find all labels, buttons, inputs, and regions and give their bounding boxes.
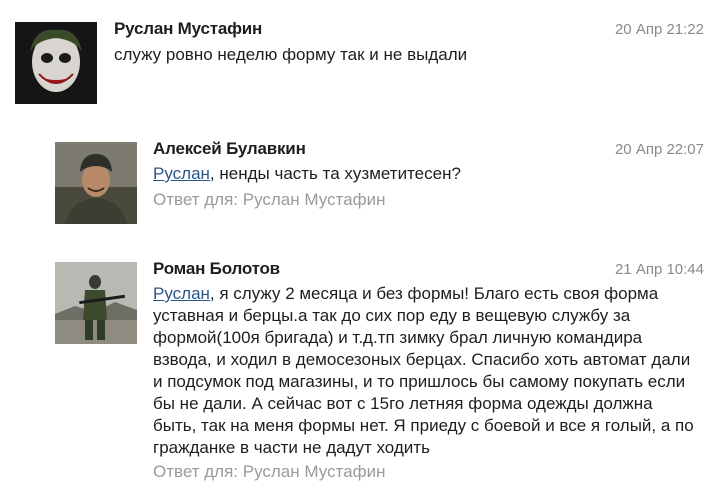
soldier-with-rifle-avatar-icon [55, 262, 137, 344]
mention-link[interactable]: Руслан [153, 284, 210, 303]
comment-text: Руслан, я служу 2 месяца и без формы! Бл… [153, 283, 698, 459]
soldier-with-rifle-avatar[interactable] [55, 262, 137, 344]
comment-timestamp: 20 Апр 21:22 [614, 21, 704, 38]
comment-timestamp: 20 Апр 22:07 [614, 141, 704, 158]
reply-to-link[interactable]: Ответ для: Руслан Мустафин [153, 462, 385, 482]
joker-avatar-icon [15, 22, 97, 104]
mention-link[interactable]: Руслан [153, 164, 210, 183]
joker-avatar[interactable] [15, 22, 97, 104]
comment-author[interactable]: Алексей Булавкин [153, 139, 306, 159]
comment-body: , я служу 2 месяца и без формы! Благо ес… [153, 284, 694, 457]
man-in-hat-avatar-icon [55, 142, 137, 224]
comment-body: , ненды часть та хузметитесен? [209, 164, 461, 183]
man-in-hat-avatar[interactable] [55, 142, 137, 224]
comment: Роман Болотов 21 Апр 10:44 Руслан, я слу… [0, 250, 719, 502]
comment-text: Руслан, ненды часть та хузметитесен? [153, 163, 703, 185]
reply-to-link[interactable]: Ответ для: Руслан Мустафин [153, 190, 385, 210]
comment: Руслан Мустафин 20 Апр 21:22 служу ровно… [0, 0, 719, 110]
comment-text: служу ровно неделю форму так и не выдали [114, 45, 468, 64]
comment: Алексей Булавкин 20 Апр 22:07 Руслан, не… [0, 130, 719, 230]
comment-author[interactable]: Руслан Мустафин [114, 19, 262, 39]
comment-timestamp: 21 Апр 10:44 [614, 261, 704, 278]
comment-author[interactable]: Роман Болотов [153, 259, 280, 279]
